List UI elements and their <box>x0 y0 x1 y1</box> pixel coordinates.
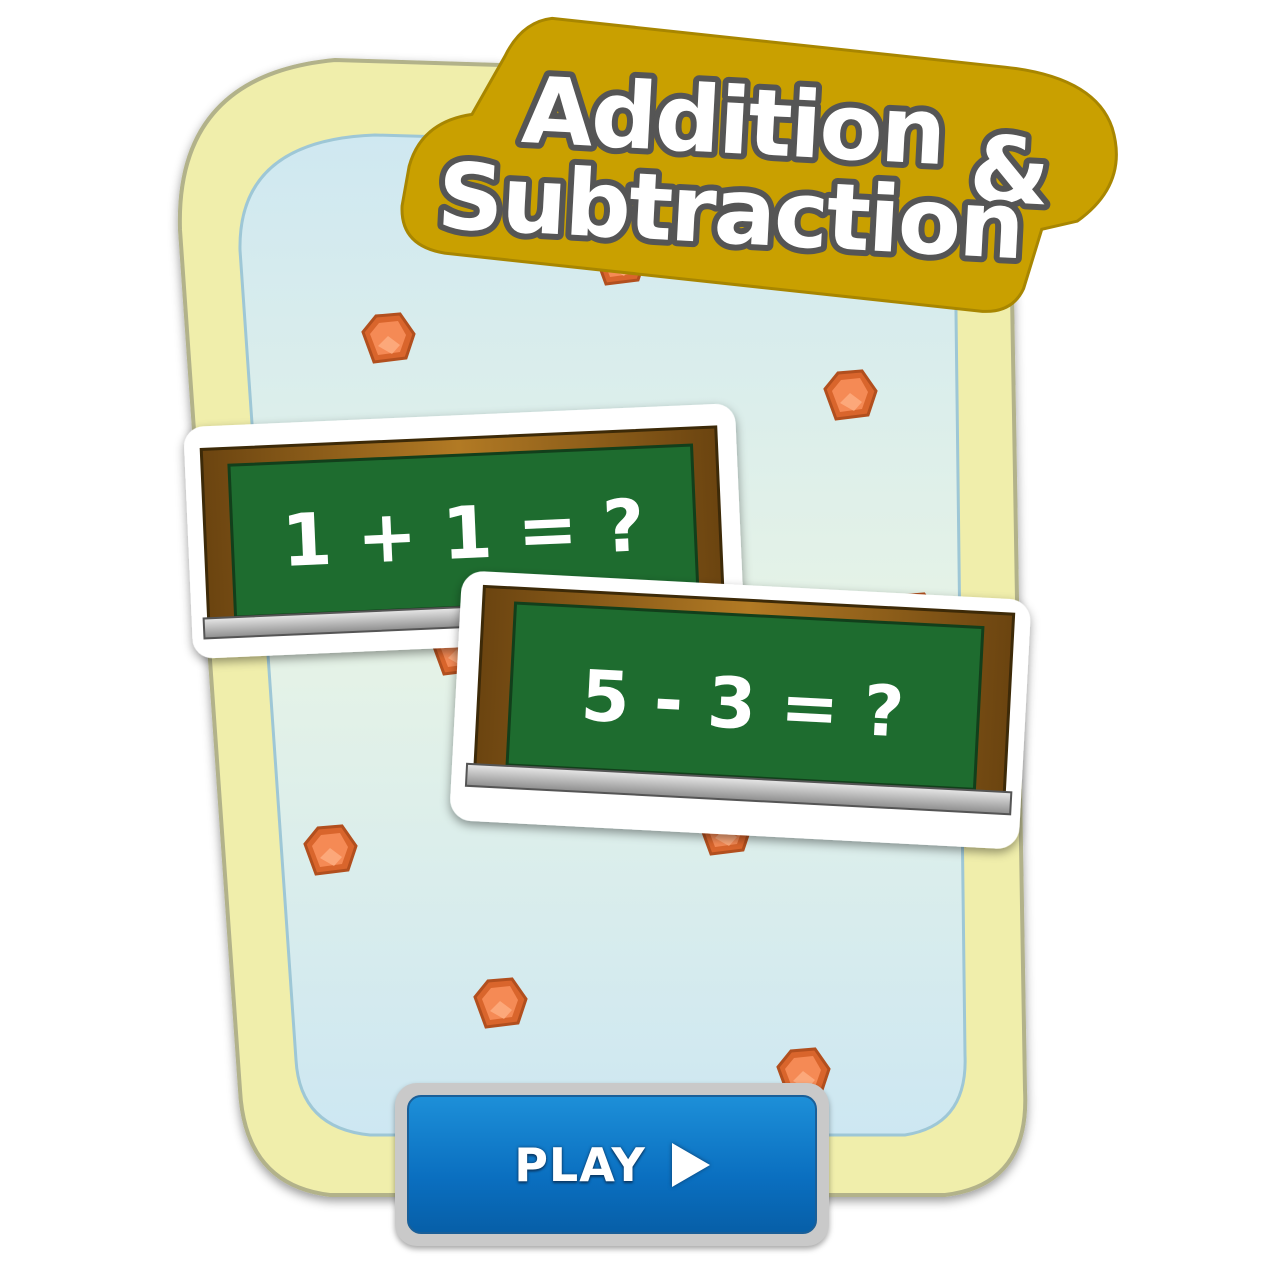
orange-gem-icon <box>473 977 528 1029</box>
play-arrow-icon <box>671 1142 710 1187</box>
board-2-equation: 5 - 3 = ? <box>579 655 906 754</box>
play-button-label: PLAY <box>514 1137 646 1192</box>
board-1-equation: 1 + 1 = ? <box>280 483 646 583</box>
play-button-face[interactable]: PLAY <box>407 1095 817 1234</box>
game-title-screen: 1 + 1 = ? 5 - 3 = ? Addition & Subtracti… <box>0 0 1280 1280</box>
orange-gem-icon <box>823 369 878 421</box>
play-button[interactable]: PLAY <box>395 1083 829 1246</box>
orange-gem-icon <box>303 824 358 876</box>
orange-gem-icon <box>361 312 416 364</box>
chalkboard-2: 5 - 3 = ? <box>450 571 1031 849</box>
